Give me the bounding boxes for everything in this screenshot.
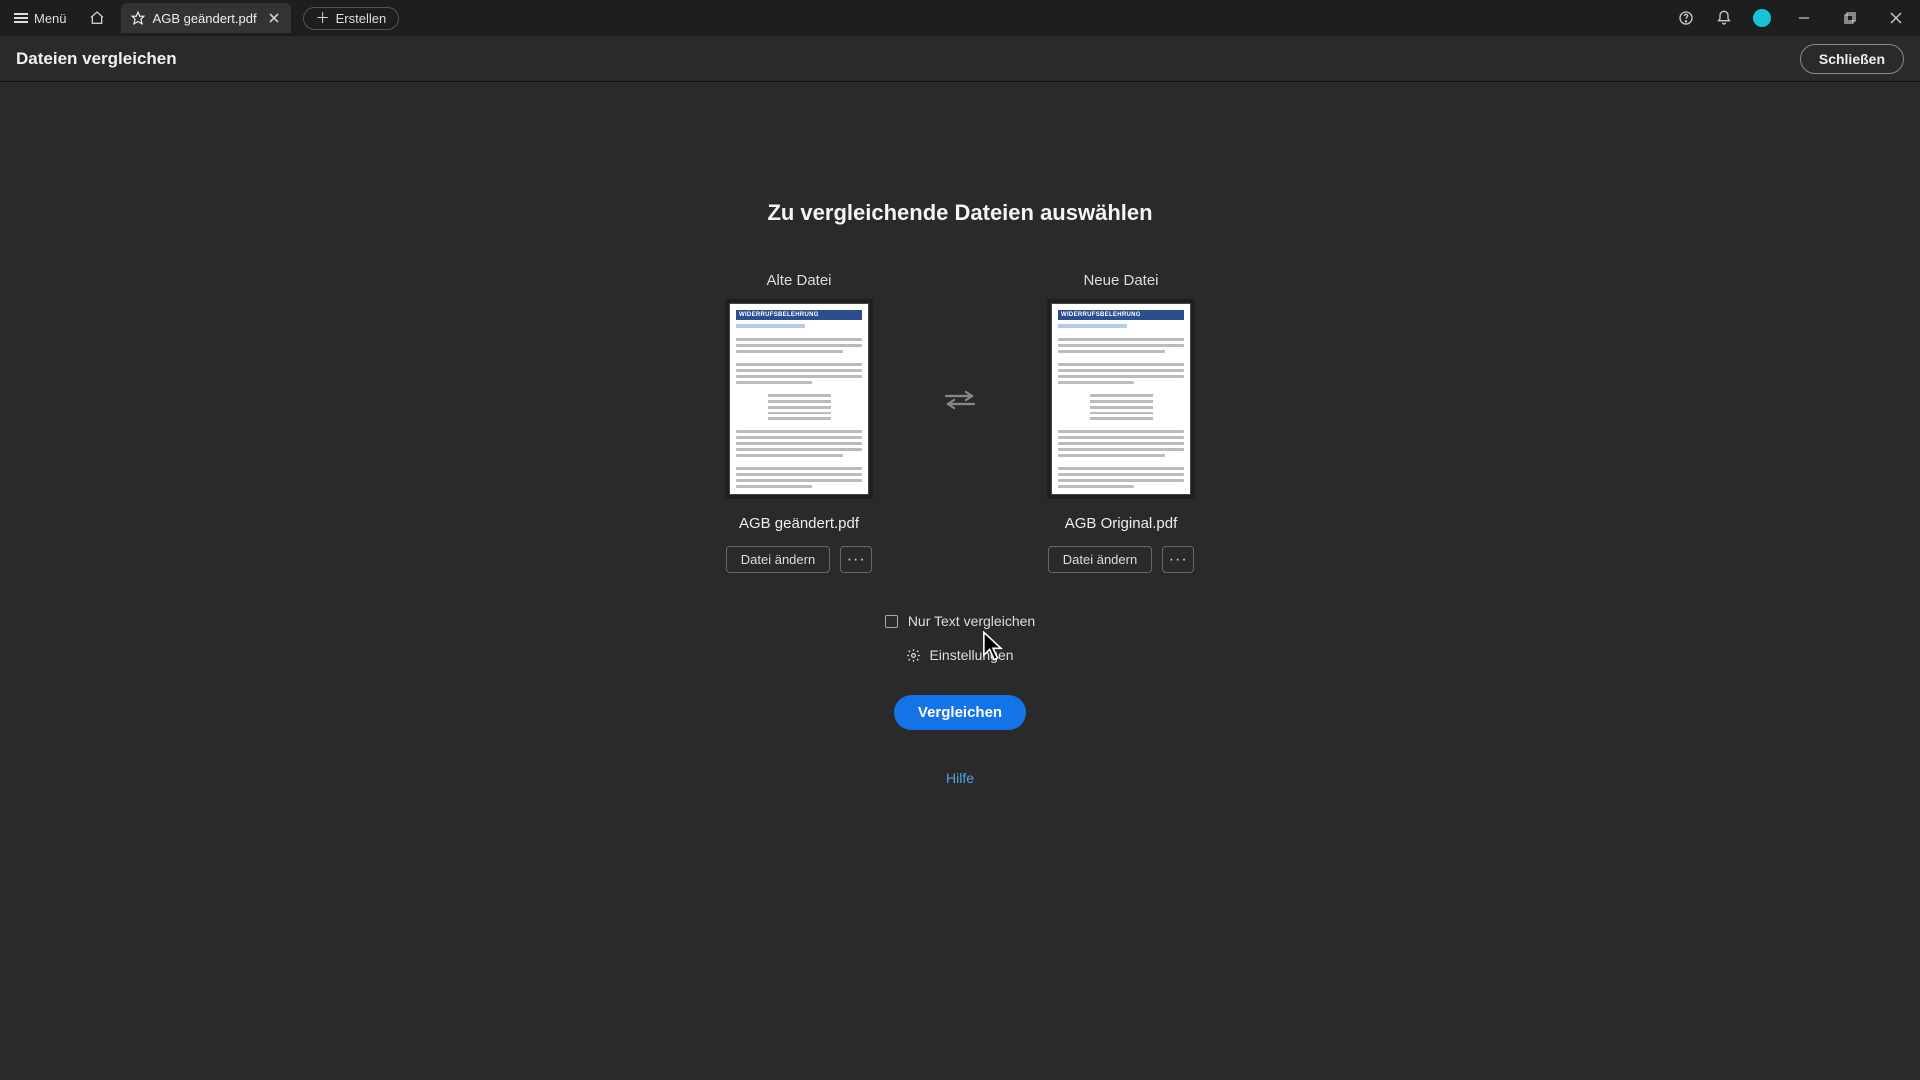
tab-title: AGB geändert.pdf: [153, 11, 257, 26]
text-only-label: Nur Text vergleichen: [908, 613, 1035, 629]
minimize-icon: [1798, 12, 1810, 24]
old-change-file-button[interactable]: Datei ändern: [726, 546, 830, 573]
new-file-column: Neue Datei WIDERRUFSBELEHRUNG AGB Origin…: [1031, 272, 1211, 573]
new-file-name: AGB Original.pdf: [1065, 515, 1178, 532]
hamburger-icon: [14, 13, 28, 23]
old-file-label: Alte Datei: [766, 272, 831, 289]
thumb-title-band: WIDERRUFSBELEHRUNG: [1058, 310, 1184, 320]
main-menu-button[interactable]: Menü: [4, 7, 77, 30]
options-block: Nur Text vergleichen Einstellungen Vergl…: [885, 613, 1035, 730]
bell-icon: [1716, 10, 1732, 26]
create-label: Erstellen: [336, 11, 387, 26]
checkbox-icon: [885, 615, 898, 628]
new-change-file-button[interactable]: Datei ändern: [1048, 546, 1152, 573]
settings-label: Einstellungen: [929, 647, 1013, 663]
home-button[interactable]: [81, 4, 113, 32]
titlebar: Menü AGB geändert.pdf ＋ Erstellen: [0, 0, 1920, 36]
old-file-more-button[interactable]: ···: [840, 546, 872, 573]
close-tool-button[interactable]: Schließen: [1800, 44, 1904, 74]
content-area: Zu vergleichende Dateien auswählen Alte …: [0, 82, 1920, 1080]
question-circle-icon: [1678, 10, 1694, 26]
home-icon: [89, 10, 105, 26]
old-file-thumbnail[interactable]: WIDERRUFSBELEHRUNG: [729, 303, 869, 495]
swap-files-button[interactable]: [935, 304, 985, 496]
old-file-column: Alte Datei WIDERRUFSBELEHRUNG AGB geände…: [709, 272, 889, 573]
tool-header: Dateien vergleichen Schließen: [0, 36, 1920, 82]
plus-icon: ＋: [316, 11, 330, 25]
old-file-name: AGB geändert.pdf: [739, 515, 859, 532]
close-icon: [1890, 12, 1902, 24]
create-button[interactable]: ＋ Erstellen: [303, 7, 400, 30]
window-close-button[interactable]: [1876, 4, 1916, 32]
document-tab[interactable]: AGB geändert.pdf: [121, 3, 291, 33]
gear-icon: [906, 648, 921, 663]
text-only-checkbox[interactable]: Nur Text vergleichen: [885, 613, 1035, 629]
thumb-title-band: WIDERRUFSBELEHRUNG: [736, 310, 862, 320]
titlebar-right: [1670, 4, 1916, 32]
new-file-actions: Datei ändern ···: [1048, 546, 1194, 573]
compare-row: Alte Datei WIDERRUFSBELEHRUNG AGB geände…: [709, 272, 1211, 573]
new-file-more-button[interactable]: ···: [1162, 546, 1194, 573]
ellipsis-icon: ···: [847, 551, 866, 569]
swap-arrows-icon: [940, 386, 980, 414]
notifications-button[interactable]: [1708, 4, 1740, 32]
help-link[interactable]: Hilfe: [946, 770, 974, 786]
page-title: Dateien vergleichen: [16, 49, 177, 69]
avatar-icon: [1753, 9, 1771, 27]
new-file-label: Neue Datei: [1083, 272, 1158, 289]
help-icon-button[interactable]: [1670, 4, 1702, 32]
ellipsis-icon: ···: [1169, 551, 1188, 569]
compare-button[interactable]: Vergleichen: [894, 695, 1026, 730]
old-file-actions: Datei ändern ···: [726, 546, 872, 573]
restore-icon: [1844, 12, 1856, 24]
settings-button[interactable]: Einstellungen: [906, 647, 1013, 663]
headline: Zu vergleichende Dateien auswählen: [767, 200, 1152, 226]
star-icon: [131, 11, 145, 25]
window-minimize-button[interactable]: [1784, 4, 1824, 32]
menu-label: Menü: [34, 11, 67, 26]
window-restore-button[interactable]: [1830, 4, 1870, 32]
tab-close-button[interactable]: [265, 9, 283, 27]
account-avatar[interactable]: [1746, 4, 1778, 32]
new-file-thumbnail[interactable]: WIDERRUFSBELEHRUNG: [1051, 303, 1191, 495]
close-icon: [269, 13, 279, 23]
